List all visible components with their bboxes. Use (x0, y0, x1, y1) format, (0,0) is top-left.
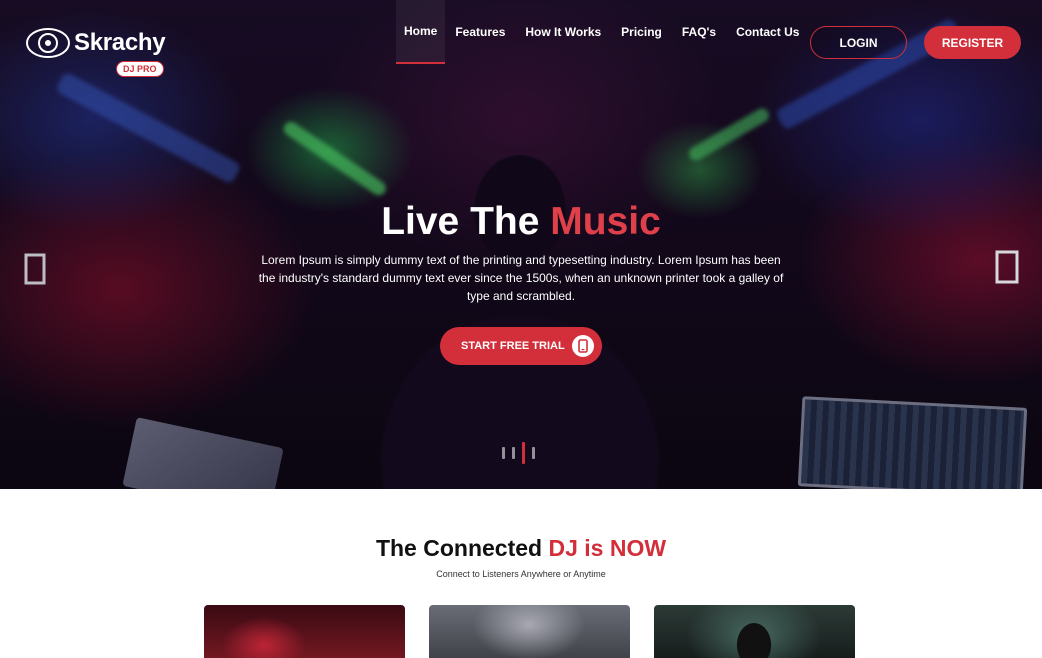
login-button[interactable]: LOGIN (810, 26, 907, 59)
start-free-trial-label: START FREE TRIAL (461, 340, 565, 352)
section-title: The Connected DJ is NOW (0, 535, 1042, 562)
brand-name: Skrachy (74, 29, 166, 56)
mobile-phone-icon (572, 335, 594, 357)
slide-indicator-active[interactable] (522, 442, 525, 464)
nav-item-pricing[interactable]: Pricing (611, 0, 672, 64)
start-free-trial-button[interactable]: START FREE TRIAL (440, 327, 602, 365)
nav-item-home[interactable]: Home (396, 0, 446, 64)
nav-item-features[interactable]: Features (445, 0, 515, 64)
section-title-accent: DJ is NOW (548, 535, 667, 561)
hero-title: Live The Music (0, 200, 1042, 244)
section-subtitle: Connect to Listeners Anywhere or Anytime (436, 569, 606, 579)
brand-badge: DJ PRO (116, 61, 164, 77)
slider-indicators (502, 442, 535, 464)
hero-description: Lorem Ipsum is simply dummy text of the … (258, 253, 784, 303)
feature-card-image[interactable] (429, 605, 630, 658)
slide-indicator[interactable] (532, 447, 535, 459)
brand-logo[interactable]: Skrachy (26, 28, 166, 58)
section-title-main: The Connected (375, 535, 543, 561)
nav-item-how-it-works[interactable]: How It Works (515, 0, 611, 64)
chevron-left-icon[interactable] (24, 253, 46, 293)
slide-indicator[interactable] (502, 447, 505, 459)
main-nav: Home Features How It Works Pricing FAQ's… (396, 0, 809, 64)
hero-banner: Skrachy DJ PRO Home Features How It Work… (0, 0, 1042, 489)
register-button[interactable]: REGISTER (924, 26, 1021, 59)
chevron-right-icon[interactable] (995, 250, 1019, 292)
vinyl-record-icon (26, 28, 70, 58)
hero-title-main: Live The (381, 200, 540, 243)
feature-card-image[interactable] (204, 605, 405, 658)
feature-card-image[interactable] (654, 605, 855, 658)
hero-title-accent: Music (550, 200, 661, 243)
nav-item-faqs[interactable]: FAQ's (672, 0, 726, 64)
nav-item-contact-us[interactable]: Contact Us (726, 0, 809, 64)
slide-indicator[interactable] (512, 447, 515, 459)
